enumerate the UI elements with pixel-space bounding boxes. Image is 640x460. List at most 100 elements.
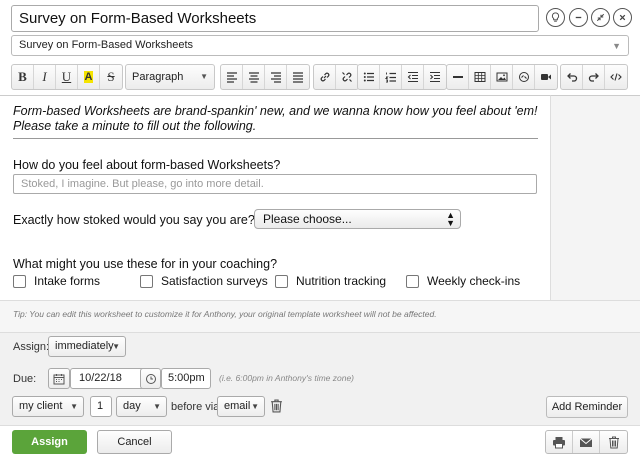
table-button[interactable] [469, 65, 491, 89]
align-group [220, 64, 310, 90]
checkbox[interactable] [140, 274, 153, 288]
align-right-button[interactable] [265, 65, 287, 89]
highlight-icon: A [83, 71, 94, 83]
chevron-down-icon: ▼ [251, 402, 259, 411]
delete-reminder-button[interactable] [270, 399, 283, 416]
time-picker-button[interactable] [140, 368, 161, 389]
option-weekly-checkins[interactable]: Weekly check-ins [406, 274, 520, 288]
delete-worksheet-button[interactable] [600, 431, 627, 453]
horizontal-rule-icon [452, 76, 463, 78]
redo-button[interactable] [583, 65, 605, 89]
align-justify-icon [293, 72, 303, 83]
lightbulb-icon[interactable] [546, 8, 565, 27]
reminder-count-input[interactable]: 1 [90, 396, 112, 417]
option-label: Intake forms [34, 274, 101, 288]
reminder-channel-value: email [224, 400, 251, 412]
chevron-down-icon: ▼ [153, 402, 161, 411]
email-button[interactable] [573, 431, 600, 453]
collapse-icon[interactable] [591, 8, 610, 27]
checkbox[interactable] [275, 274, 288, 288]
numbered-list-button[interactable] [380, 65, 402, 89]
chevron-down-icon: ▼ [612, 41, 621, 51]
align-justify-button[interactable] [287, 65, 309, 89]
strikethrough-button[interactable]: S [100, 65, 122, 89]
insert-group [446, 64, 558, 90]
chevron-down-icon: ▼ [70, 402, 78, 411]
tip-bar: Tip: You can edit this worksheet to cust… [0, 300, 640, 333]
reminder-channel-select[interactable]: email ▼ [217, 396, 265, 417]
option-label: Weekly check-ins [427, 274, 521, 288]
link-button[interactable] [314, 65, 336, 89]
assign-timing-select[interactable]: immediately ▼ [48, 336, 126, 357]
cancel-button[interactable]: Cancel [97, 430, 172, 454]
worksheet-title-input[interactable]: Survey on Form-Based Worksheets [11, 5, 539, 32]
template-select[interactable]: Survey on Form-Based Worksheets ▼ [11, 35, 629, 56]
stoked-select[interactable]: Please choose... ▲ ▼ [254, 209, 461, 229]
footer-bar: Assign Cancel [0, 425, 640, 460]
option-satisfaction-surveys[interactable]: Satisfaction surveys [140, 274, 268, 288]
clock-icon [145, 373, 156, 384]
image-button[interactable] [491, 65, 513, 89]
reminder-target-value: my client [19, 400, 63, 412]
form-intro-text: Form-based Worksheets are brand-spankin'… [13, 104, 538, 133]
calendar-button[interactable] [48, 368, 70, 389]
embed-link-icon [518, 72, 529, 82]
video-icon [541, 74, 551, 80]
bold-button[interactable]: B [12, 65, 34, 89]
paragraph-select[interactable]: Paragraph ▼ [125, 64, 215, 90]
assign-button[interactable]: Assign [12, 430, 87, 454]
undo-icon [566, 73, 577, 82]
minimize-icon[interactable] [569, 8, 588, 27]
undo-button[interactable] [561, 65, 583, 89]
reminder-count-value: 1 [97, 400, 104, 412]
schedule-panel: Assign: immediately ▼ Due: 10/22/18 at (… [0, 333, 640, 425]
option-label: Satisfaction surveys [161, 274, 268, 288]
unlink-button[interactable] [336, 65, 358, 89]
align-left-button[interactable] [221, 65, 243, 89]
code-icon [610, 73, 622, 81]
worksheet-title-text: Survey on Form-Based Worksheets [19, 10, 257, 27]
divider [13, 138, 538, 139]
printer-icon [553, 436, 565, 448]
embed-link-button[interactable] [513, 65, 535, 89]
checkbox[interactable] [13, 274, 26, 288]
indent-button[interactable] [424, 65, 446, 89]
assign-timing-value: immediately [55, 340, 114, 352]
link-icon [320, 72, 329, 82]
table-icon [474, 72, 485, 82]
add-reminder-button[interactable]: Add Reminder [546, 396, 628, 418]
italic-button[interactable]: I [34, 65, 56, 89]
reminder-unit-select[interactable]: day ▼ [116, 396, 167, 417]
template-select-value: Survey on Form-Based Worksheets [19, 39, 194, 51]
reminder-target-select[interactable]: my client ▼ [12, 396, 84, 417]
paragraph-select-value: Paragraph [132, 71, 184, 83]
video-button[interactable] [535, 65, 557, 89]
due-time-value: 5:00pm [168, 372, 205, 384]
feeling-text-input[interactable]: Stoked, I imagine. But please, go into m… [13, 174, 537, 194]
underline-button[interactable]: U [56, 65, 78, 89]
unlink-icon [342, 72, 352, 82]
question-use: What might you use these for in your coa… [13, 257, 278, 271]
horizontal-rule-button[interactable] [447, 65, 469, 89]
align-center-icon [248, 72, 259, 83]
feeling-placeholder: Stoked, I imagine. But please, go into m… [21, 178, 264, 190]
title-row: Survey on Form-Based Worksheets [0, 0, 640, 34]
editor-toolbar: B I U A S Paragraph ▼ [11, 64, 631, 90]
option-nutrition-tracking[interactable]: Nutrition tracking [275, 274, 386, 288]
before-via-label: before via [171, 401, 220, 413]
align-center-button[interactable] [243, 65, 265, 89]
align-left-icon [226, 72, 237, 83]
reminder-unit-value: day [123, 400, 141, 412]
source-code-button[interactable] [605, 65, 627, 89]
close-icon[interactable] [613, 8, 632, 27]
due-time-input[interactable]: 5:00pm [161, 368, 211, 389]
checkbox[interactable] [406, 274, 419, 288]
indent-icon [430, 71, 440, 83]
outdent-button[interactable] [402, 65, 424, 89]
print-button[interactable] [546, 431, 573, 453]
editor-content[interactable]: Form-based Worksheets are brand-spankin'… [0, 95, 550, 300]
calendar-icon [53, 373, 65, 384]
highlight-button[interactable]: A [78, 65, 100, 89]
bullet-list-button[interactable] [358, 65, 380, 89]
option-intake-forms[interactable]: Intake forms [13, 274, 100, 288]
